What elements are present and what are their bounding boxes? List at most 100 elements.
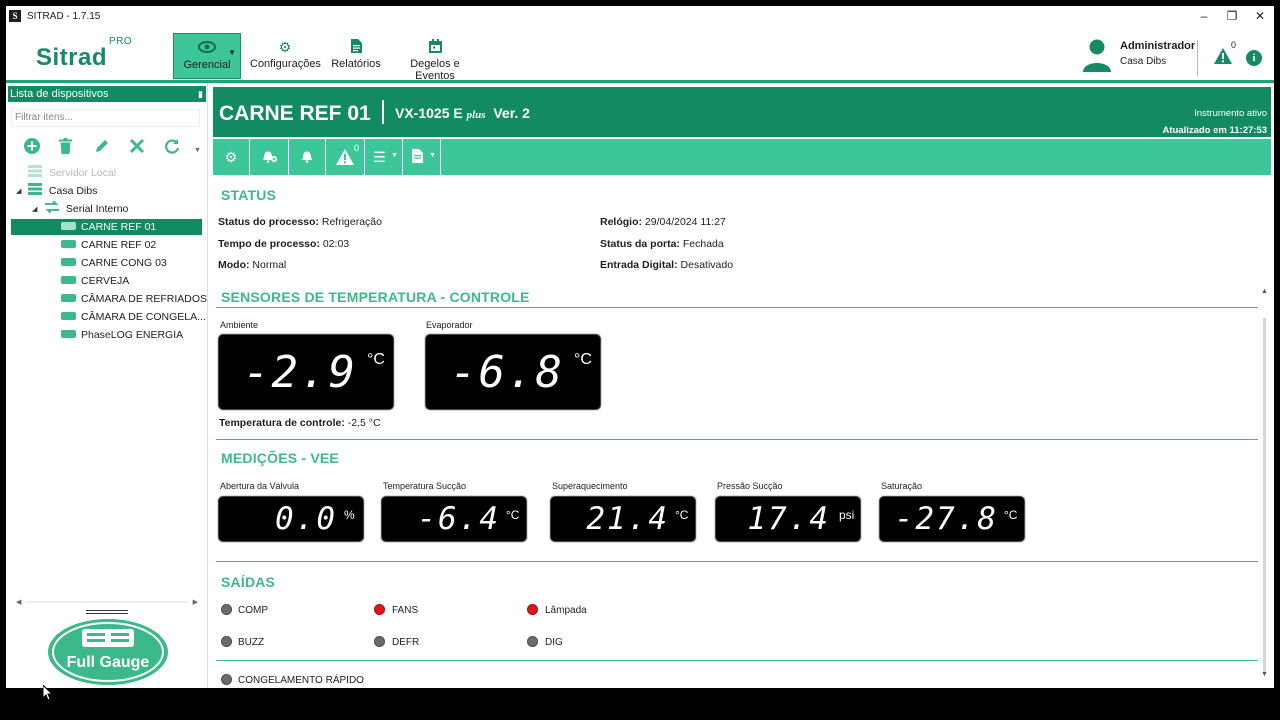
device-report-button[interactable]: ▼ — [403, 139, 441, 175]
output-led-buzz — [221, 636, 232, 647]
output-label: DEFR — [392, 637, 420, 648]
gear-icon: ⚙ — [224, 149, 238, 165]
device-list-panel: Lista de dispositivos ▮ Filtrar itens...… — [6, 83, 208, 688]
superheat-display: 21.4 °C — [550, 496, 696, 542]
valve-opening-display: 0.0 % — [218, 496, 364, 542]
close-button[interactable]: ✕ — [1246, 6, 1274, 26]
user-info[interactable]: Administrador Casa Dibs — [1082, 36, 1202, 76]
device-icon — [61, 312, 76, 321]
scroll-right-icon[interactable]: ▶ — [193, 598, 198, 606]
display-label: Pressão Sucção — [717, 481, 783, 491]
output-label: DIG — [545, 637, 563, 648]
output-led-dig — [527, 636, 538, 647]
tree-item-site[interactable]: Casa Dibs — [28, 183, 97, 199]
device-status: Instrumento ativo — [1194, 108, 1267, 119]
display-label: Temperatura Sucção — [383, 481, 467, 491]
alert-count: 0 — [1230, 40, 1236, 50]
status-process-time: Tempo de processo: 02:03 — [218, 238, 350, 250]
tree-item-device[interactable]: CARNE REF 02 — [61, 237, 156, 253]
status-process: Status do processo: Refrigeração — [218, 216, 382, 228]
saturation-display: -27.8 °C — [879, 496, 1025, 542]
output-label: CONGELAMENTO RÁPIDO — [238, 675, 364, 686]
device-list-header: Lista de dispositivos ▮ — [8, 86, 206, 102]
status-mode: Modo: Normal — [218, 259, 287, 271]
trash-icon[interactable] — [59, 138, 94, 156]
pin-icon[interactable]: ▮ — [198, 86, 203, 102]
filter-input[interactable]: Filtrar itens... — [11, 109, 200, 127]
tree-item-server[interactable]: Servidor Local — [28, 165, 116, 181]
display-label: Evaporador — [426, 320, 473, 330]
tree-item-device[interactable]: PhaseLOG ENERGIA — [61, 327, 183, 343]
tree-item-device[interactable]: CÂMARA DE CONGELA... — [61, 309, 206, 325]
suction-temperature-display: -6.4 °C — [381, 496, 527, 542]
sitrad-app-icon: S — [9, 10, 21, 22]
ambient-temperature-display: -2.9 °C — [218, 334, 394, 410]
device-icon — [61, 330, 76, 339]
output-led-lampada — [527, 604, 538, 615]
display-label: Superaquecimento — [552, 481, 628, 491]
app-window: S SITRAD - 1.7.15 – ❐ ✕ SitradPRO Gerenc… — [6, 6, 1274, 688]
window-title: SITRAD - 1.7.15 — [27, 10, 101, 22]
tools-icon[interactable] — [129, 138, 164, 156]
display-label: Abertura da Válvula — [220, 481, 300, 491]
edit-icon[interactable] — [94, 138, 129, 156]
status-door: Status da porta: Fechada — [600, 238, 724, 250]
server-icon — [28, 165, 42, 182]
serial-port-icon — [45, 200, 59, 218]
info-icon[interactable]: i — [1246, 50, 1262, 66]
device-icon — [61, 222, 76, 231]
tree-expand-caret[interactable]: ◢ — [16, 187, 21, 195]
display-label: Ambiente — [220, 320, 259, 330]
degelos-eventos-button[interactable]: Degelos e Eventos — [390, 33, 480, 82]
device-alarm-button[interactable] — [289, 139, 326, 175]
tree-item-device[interactable]: CARNE CONG 03 — [61, 255, 167, 271]
more-tools-caret[interactable]: ▼ — [194, 147, 201, 154]
main-toolbar: SitradPRO Gerencial ▼ ⚙ Configurações Re… — [6, 26, 1274, 82]
scroll-up-icon[interactable]: ▲ — [1261, 288, 1268, 295]
device-header: CARNE REF 01 VX-1025 E plus Ver. 2 Instr… — [213, 87, 1271, 137]
output-label: Lâmpada — [545, 605, 587, 616]
restore-button[interactable]: ❐ — [1218, 6, 1246, 26]
scrollbar-thumb[interactable] — [1263, 318, 1266, 674]
alert-icon[interactable] — [1214, 48, 1232, 66]
device-settings-button[interactable]: ⚙ — [213, 139, 250, 175]
panel-splitter-handle[interactable] — [86, 610, 128, 614]
device-icon — [61, 240, 76, 249]
output-led-defr — [374, 636, 385, 647]
full-gauge-logo: Full Gauge — [46, 615, 170, 687]
control-temperature: Temperatura de controle: -2,5 °C — [219, 417, 381, 429]
device-updated-time: Atualizado em 11:27:53 — [1162, 125, 1267, 136]
status-section-title: STATUS — [221, 187, 277, 203]
device-icon — [61, 276, 76, 285]
relatorios-button[interactable]: Relatórios — [330, 33, 382, 79]
minimize-button[interactable]: – — [1190, 6, 1218, 26]
device-model: VX-1025 E plus Ver. 2 — [395, 105, 530, 121]
output-led-fans — [374, 604, 385, 615]
display-label: Saturação — [881, 481, 923, 491]
bell-icon — [289, 149, 325, 166]
user-icon — [1082, 38, 1112, 72]
title-bar: S SITRAD - 1.7.15 – ❐ ✕ — [6, 6, 1274, 26]
sidebar-horizontal-scrollbar[interactable]: ◀ ▶ — [16, 598, 198, 606]
scroll-down-icon[interactable]: ▼ — [1261, 671, 1268, 678]
tree-item-device[interactable]: CARNE REF 01 — [11, 219, 202, 235]
output-label: BUZZ — [238, 637, 265, 648]
tree-expand-caret[interactable]: ◢ — [32, 205, 37, 213]
device-name: CARNE REF 01 — [219, 102, 371, 125]
output-led-comp — [221, 604, 232, 615]
scroll-left-icon[interactable]: ◀ — [16, 598, 21, 606]
tree-item-device[interactable]: CERVEJA — [61, 273, 129, 289]
gear-icon: ⚙ — [278, 39, 292, 55]
tree-item-port[interactable]: Serial Interno — [45, 200, 128, 218]
gerencial-dropdown-caret[interactable]: ▼ — [228, 48, 236, 57]
add-icon[interactable] — [24, 138, 59, 156]
main-vertical-scrollbar[interactable]: ▲ ▼ — [1261, 288, 1268, 678]
gerencial-button[interactable]: Gerencial ▼ — [173, 33, 241, 79]
user-org: Casa Dibs — [1120, 56, 1167, 67]
tree-item-device[interactable]: CÂMARA DE REFRIADOS — [61, 291, 207, 307]
configuracoes-button[interactable]: ⚙ Configurações — [250, 33, 321, 79]
calendar-icon — [390, 39, 480, 55]
device-alarm-config-button[interactable] — [250, 139, 289, 175]
status-digital-input: Entrada Digital: Desativado — [600, 259, 734, 271]
chevron-down-icon: ▼ — [429, 152, 436, 159]
